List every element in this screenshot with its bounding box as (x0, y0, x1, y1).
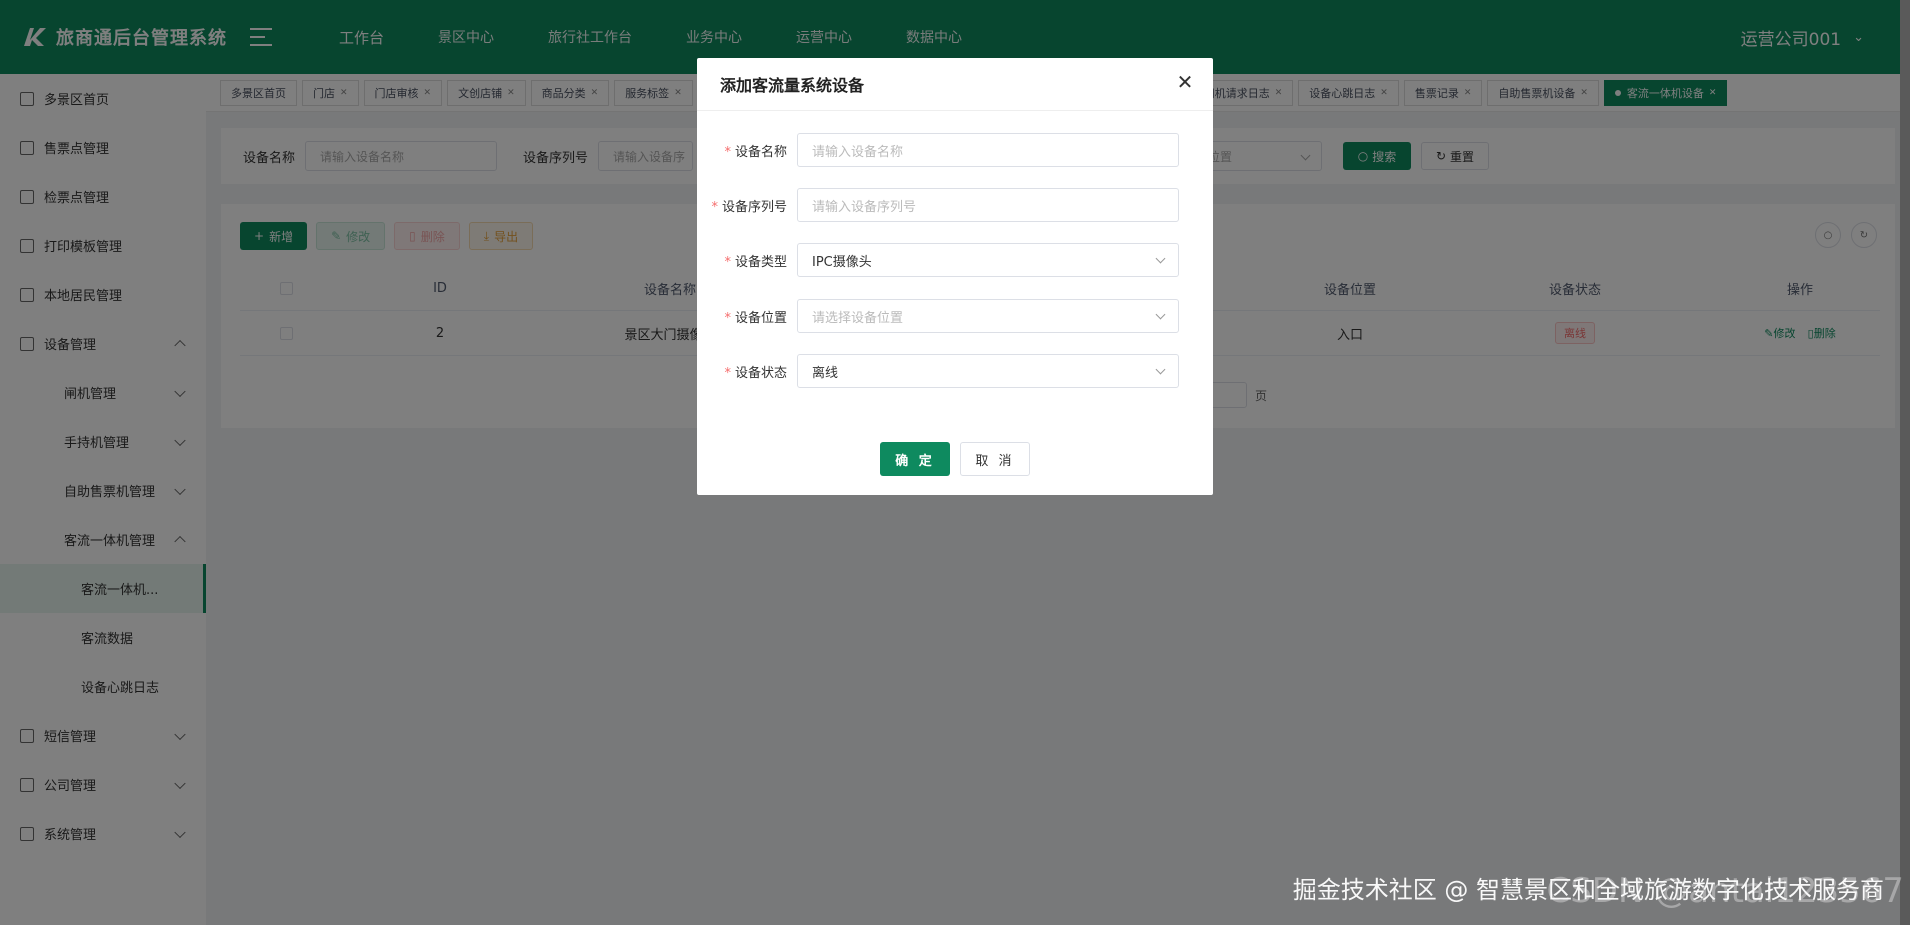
cancel-button[interactable]: 取 消 (960, 442, 1030, 476)
required-mark: * (724, 310, 731, 326)
chevron-down-icon (1155, 364, 1166, 375)
required-mark: * (724, 254, 731, 270)
form-row-location: * 设备位置 请选择设备位置 (697, 299, 1213, 333)
dialog-footer: 确 定 取 消 (697, 442, 1213, 476)
field-label: * 设备名称 (724, 144, 787, 160)
page-scrollbar[interactable] (1900, 0, 1910, 925)
form-row-name: * 设备名称 请输入设备名称 (697, 133, 1213, 167)
form-row-type: * 设备类型 IPC摄像头 (697, 243, 1213, 277)
add-device-dialog: 添加客流量系统设备 ✕ * 设备名称 请输入设备名称 * 设备序列号 请输入设备序列… (697, 58, 1213, 495)
device-name-input[interactable]: 请输入设备名称 (797, 133, 1179, 167)
device-serial-input[interactable]: 请输入设备序列号 (797, 188, 1179, 222)
device-location-select[interactable]: 请选择设备位置 (797, 299, 1179, 333)
chevron-down-icon (1155, 253, 1166, 264)
form-row-serial: * 设备序列号 请输入设备序列号 (697, 188, 1213, 222)
watermark: 掘金技术社区 @ 智慧景区和全域旅游数字化技术服务商 (1292, 876, 1884, 904)
dialog-header: 添加客流量系统设备 (697, 58, 1213, 111)
required-mark: * (724, 144, 731, 160)
close-icon[interactable]: ✕ (1175, 72, 1195, 92)
confirm-button[interactable]: 确 定 (880, 442, 950, 476)
field-label: * 设备类型 (724, 254, 787, 270)
required-mark: * (711, 199, 718, 215)
field-label: * 设备序列号 (711, 199, 787, 215)
dialog-title: 添加客流量系统设备 (720, 76, 865, 95)
field-label: * 设备位置 (724, 310, 787, 326)
device-type-select[interactable]: IPC摄像头 (797, 243, 1179, 277)
field-label: * 设备状态 (724, 365, 787, 381)
form-row-status: * 设备状态 离线 (697, 354, 1213, 388)
device-status-select[interactable]: 离线 (797, 354, 1179, 388)
chevron-down-icon (1155, 309, 1166, 320)
required-mark: * (724, 365, 731, 381)
